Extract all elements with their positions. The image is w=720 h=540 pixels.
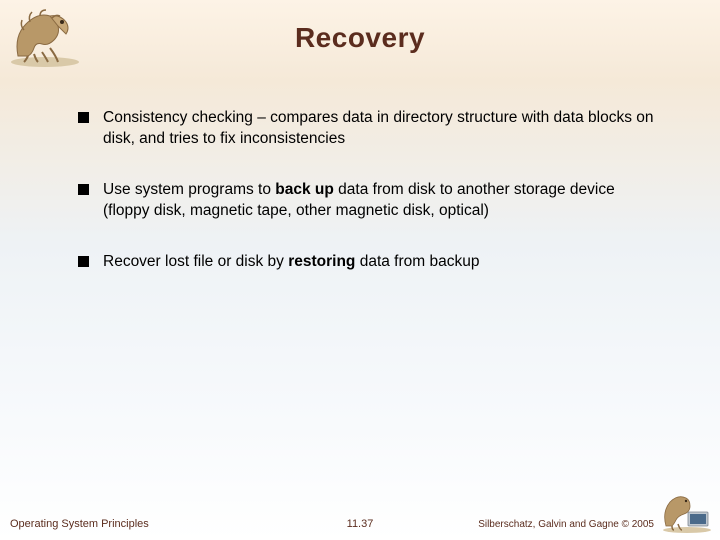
- bullet-text: Use system programs to back up data from…: [103, 180, 660, 222]
- bullet-marker-icon: [78, 256, 89, 267]
- footer-left-text: Operating System Principles: [10, 518, 149, 530]
- footer-page-number: 11.37: [347, 518, 374, 530]
- bullet-marker-icon: [78, 112, 89, 123]
- bullet-marker-icon: [78, 184, 89, 195]
- plain-text: Recover lost file or disk by: [103, 253, 288, 270]
- slide: Recovery Consistency checking – compares…: [0, 0, 720, 540]
- plain-text: data from backup: [355, 253, 479, 270]
- footer-copyright: Silberschatz, Galvin and Gagne © 2005: [478, 519, 654, 530]
- plain-text: Use system programs to: [103, 181, 275, 198]
- dinosaur-computer-logo-icon: [660, 490, 714, 534]
- bullet-item: Consistency checking – compares data in …: [78, 108, 660, 150]
- bullet-text: Consistency checking – compares data in …: [103, 108, 660, 150]
- page-title: Recovery: [0, 22, 720, 54]
- bullet-item: Recover lost file or disk by restoring d…: [78, 252, 660, 273]
- bullet-text: Recover lost file or disk by restoring d…: [103, 252, 660, 273]
- bold-text: restoring: [288, 253, 355, 270]
- plain-text: Consistency checking – compares data in …: [103, 109, 654, 147]
- bullet-item: Use system programs to back up data from…: [78, 180, 660, 222]
- content-area: Consistency checking – compares data in …: [78, 108, 660, 303]
- footer: Operating System Principles 11.37 Silber…: [0, 510, 720, 530]
- bold-text: back up: [275, 181, 334, 198]
